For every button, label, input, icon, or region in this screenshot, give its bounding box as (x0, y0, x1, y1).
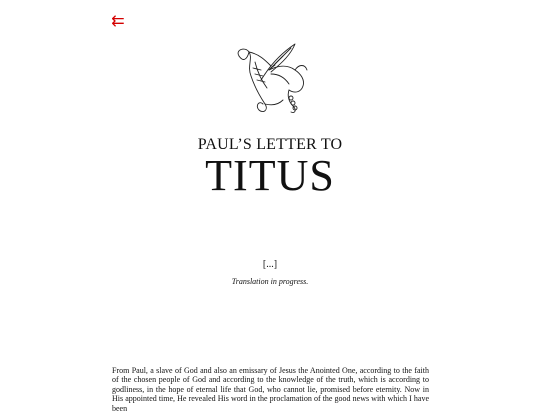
double-left-arrow-icon: ⇇ (111, 11, 125, 30)
translation-status-note: Translation in progress. (231, 277, 309, 286)
page-title: TITUS (205, 151, 335, 200)
body-paragraph: From Paul, a slave of God and also an em… (112, 366, 429, 413)
quill-scroll-emblem-icon (225, 40, 315, 116)
back-button[interactable]: ⇇ (109, 12, 127, 30)
omission-marker: [...] (262, 259, 278, 270)
